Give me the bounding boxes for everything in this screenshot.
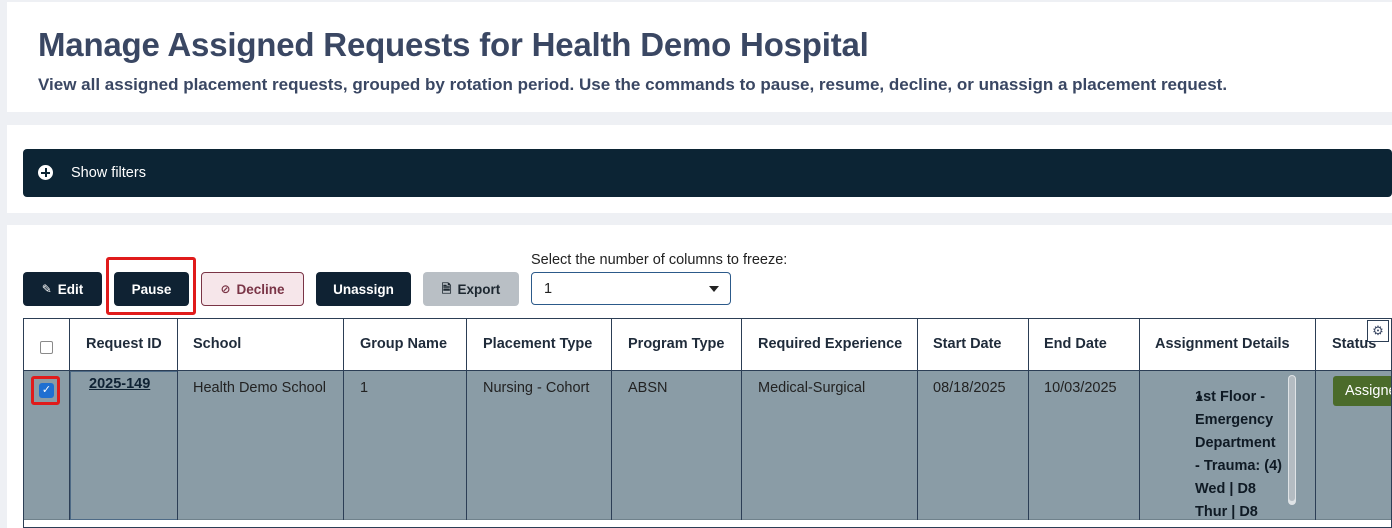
select-all-checkbox[interactable] [40, 341, 53, 354]
filter-panel: Show filters [7, 125, 1392, 213]
gear-icon[interactable]: ⚙ [1367, 320, 1389, 342]
header-school[interactable]: School [193, 336, 241, 352]
assignment-line: Department [1195, 435, 1276, 451]
cell-start-date: 08/18/2025 [933, 380, 1006, 396]
column-divider [741, 319, 742, 520]
table-header-row: Request ID School Group Name Placement T… [24, 319, 1391, 371]
request-id-cell [70, 371, 178, 520]
page-subtitle: View all assigned placement requests, gr… [38, 75, 1228, 94]
assignment-line: Emergency [1195, 412, 1274, 428]
column-divider [343, 319, 344, 520]
freeze-columns-select[interactable]: 1 [531, 272, 731, 305]
show-filters-toggle[interactable]: Show filters [23, 149, 1392, 197]
page-title: Manage Assigned Requests for Health Demo… [38, 26, 869, 63]
decline-button-label: Decline [236, 281, 285, 297]
header-assignment-details[interactable]: Assignment Details [1155, 336, 1290, 352]
header-end-date[interactable]: End Date [1044, 336, 1107, 352]
assignment-line: Thur | D8 [1195, 504, 1258, 520]
ban-icon: ⊘ [220, 282, 231, 296]
checkbox-highlight [31, 376, 60, 405]
status-badge: Assigne [1333, 376, 1391, 406]
edit-button[interactable]: ✎ Edit [23, 272, 102, 306]
column-divider [917, 319, 918, 520]
freeze-columns-value: 1 [544, 281, 553, 297]
assignment-line: - Trauma: (4) [1195, 458, 1283, 474]
cell-program-type: ABSN [628, 380, 668, 396]
unassign-button[interactable]: Unassign [316, 272, 411, 306]
column-divider [69, 319, 70, 520]
column-divider [1315, 319, 1316, 520]
decline-button[interactable]: ⊘ Decline [201, 272, 304, 306]
cell-required-experience: Medical-Surgical [758, 380, 866, 396]
requests-panel: ✎ Edit Pause ⊘ Decline Unassign 🗎 Export… [7, 225, 1392, 528]
chevron-down-icon [709, 286, 719, 292]
header-program-type[interactable]: Program Type [628, 336, 724, 352]
cell-scrollbar-thumb[interactable] [1289, 376, 1295, 501]
assignment-details-list: 1st Floor - Emergency Department - Traum… [1182, 386, 1300, 524]
cell-placement-type: Nursing - Cohort [483, 380, 590, 396]
request-id-link[interactable]: 2025-149 [89, 376, 150, 392]
column-divider [1028, 319, 1029, 520]
edit-button-label: Edit [57, 281, 84, 297]
plus-circle-icon [38, 165, 53, 180]
pencil-icon: ✎ [41, 282, 52, 296]
page-header: Manage Assigned Requests for Health Demo… [7, 2, 1392, 112]
column-divider [177, 319, 178, 520]
header-request-id[interactable]: Request ID [86, 336, 162, 352]
header-group-name[interactable]: Group Name [360, 336, 447, 352]
freeze-columns-label: Select the number of columns to freeze: [531, 252, 788, 268]
pause-highlight [106, 257, 196, 315]
cell-end-date: 10/03/2025 [1044, 380, 1117, 396]
requests-table: Request ID School Group Name Placement T… [23, 318, 1392, 528]
header-start-date[interactable]: Start Date [933, 336, 1002, 352]
header-placement-type[interactable]: Placement Type [483, 336, 592, 352]
assignment-line: Wed | D8 [1195, 481, 1256, 497]
list-bullet [1197, 395, 1202, 400]
export-button-label: Export [457, 281, 501, 297]
cell-school: Health Demo School [193, 380, 326, 396]
header-required-experience[interactable]: Required Experience [758, 336, 902, 352]
export-button[interactable]: 🗎 Export [423, 272, 519, 306]
column-divider [1139, 319, 1140, 520]
table-row[interactable]: ✓ 2025-149 Health Demo School 1 Nursing … [24, 371, 1391, 520]
show-filters-label: Show filters [71, 165, 146, 181]
column-divider [466, 319, 467, 520]
column-divider [611, 319, 612, 520]
unassign-button-label: Unassign [333, 281, 394, 297]
cell-group-name: 1 [360, 380, 369, 396]
excel-file-icon: 🗎 [441, 282, 452, 296]
